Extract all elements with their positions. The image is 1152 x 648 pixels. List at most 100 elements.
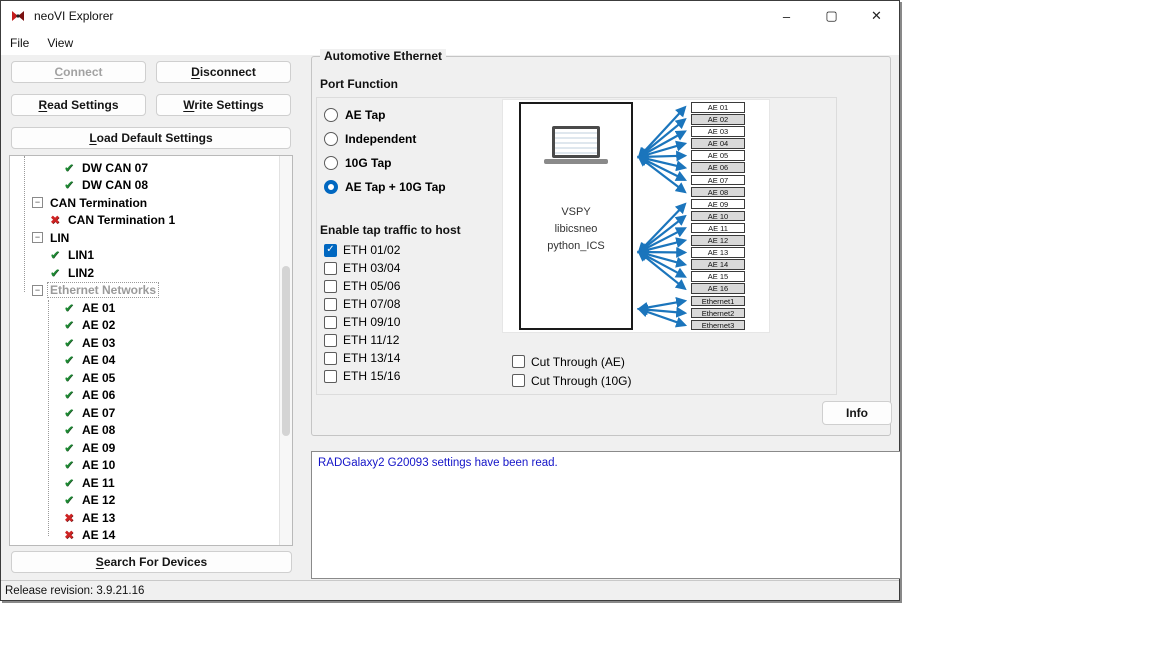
port-box-ae-09: AE 09 — [691, 199, 745, 210]
read-settings-button[interactable]: Read Settings — [11, 94, 146, 116]
checkbox-eth-09-10[interactable]: ETH 09/10 — [324, 313, 400, 331]
cross-icon: ✖ — [62, 511, 76, 525]
menu-bar: File View — [1, 31, 899, 55]
checkbox-cut-through-10g[interactable]: Cut Through (10G) — [512, 371, 632, 390]
message-log[interactable]: RADGalaxy2 G20093 settings have been rea… — [311, 451, 901, 579]
check-icon: ✔ — [62, 423, 76, 437]
tree-item-lin1[interactable]: ✔ LIN1 — [10, 247, 279, 265]
tree-item-label: DW CAN 08 — [80, 178, 150, 192]
tree-item-ae-08[interactable]: ✔ AE 08 — [10, 422, 279, 440]
port-diagram: VSPY libicsneo python_ICS AE 01AE 02AE 0… — [502, 99, 770, 333]
checkbox-eth-13-14[interactable]: ETH 13/14 — [324, 349, 400, 367]
tree-item-dw-can-07[interactable]: ✔DW CAN 07 — [10, 159, 279, 177]
checkbox-label: ETH 11/12 — [343, 333, 399, 347]
expander-icon[interactable] — [32, 285, 43, 296]
tree-item-ae-01[interactable]: ✔AE 01 — [10, 299, 279, 317]
expander-icon[interactable] — [32, 232, 43, 243]
checkbox-eth-01-02[interactable]: ETH 01/02 — [324, 241, 400, 259]
tree-item-can-termination-1[interactable]: ✖CAN Termination 1 — [10, 212, 279, 230]
tree-item-ae-09[interactable]: ✔AE 09 — [10, 439, 279, 457]
checkbox-eth-05-06[interactable]: ETH 05/06 — [324, 277, 400, 295]
radio-ae-tap-10g-tap[interactable]: AE Tap + 10G Tap — [324, 175, 446, 199]
tree-item-ethernet-networks[interactable]: Ethernet Networks — [10, 282, 279, 300]
tree-item-lin[interactable]: LIN — [10, 229, 279, 247]
tree-item-can-termination[interactable]: CAN Termination — [10, 194, 279, 212]
tree-item-label: AE 10 — [80, 458, 117, 472]
port-box-ae-07: AE 07 — [691, 175, 745, 186]
cross-icon: ✖ — [62, 528, 76, 542]
tree-item-label: AE 08 — [80, 423, 117, 437]
expander-icon[interactable] — [32, 197, 43, 208]
tree-item-ae-07[interactable]: ✔AE 07 — [10, 404, 279, 422]
port-box-ae-14: AE 14 — [691, 259, 745, 270]
radio-icon — [324, 108, 338, 122]
tree-item-ae-13[interactable]: ✖AE 13 — [10, 509, 279, 527]
release-revision: Release revision: 3.9.21.16 — [5, 585, 144, 597]
title-bar: neoVI Explorer – ▢ ✕ — [1, 1, 899, 31]
port-box-ae-10: AE 10 — [691, 211, 745, 222]
load-default-settings-button[interactable]: Load Default Settings — [11, 127, 291, 149]
tree-item-ae-12[interactable]: ✔AE 12 — [10, 492, 279, 510]
checkbox-icon — [324, 262, 337, 275]
automotive-ethernet-group: Automotive Ethernet Port Function AE Tap… — [311, 56, 891, 436]
cross-icon: ✖ — [48, 213, 62, 227]
close-icon[interactable]: ✕ — [854, 1, 899, 31]
menu-file[interactable]: File — [1, 31, 38, 55]
checkbox-eth-07-08[interactable]: ETH 07/08 — [324, 295, 400, 313]
port-function-label: Port Function — [320, 77, 398, 91]
disconnect-button[interactable]: Disconnect — [156, 61, 291, 83]
tree-scrollbar[interactable] — [279, 156, 292, 545]
menu-view[interactable]: View — [38, 31, 82, 55]
tree-item-label: LIN1 — [66, 248, 96, 262]
checkbox-eth-15-16[interactable]: ETH 15/16 — [324, 367, 400, 385]
port-box-ae-03: AE 03 — [691, 126, 745, 137]
maximize-icon[interactable]: ▢ — [809, 1, 854, 31]
tree-item-label: AE 06 — [80, 388, 117, 402]
desktop: neoVI Explorer – ▢ ✕ File View Connect D… — [0, 0, 1152, 648]
check-icon: ✔ — [62, 371, 76, 385]
tree-item-label: Ethernet Networks — [48, 283, 158, 297]
info-button[interactable]: Info — [822, 401, 892, 425]
radio-icon — [324, 132, 338, 146]
tree-item-label: LIN2 — [66, 266, 96, 280]
tree-item-ae-02[interactable]: ✔AE 02 — [10, 317, 279, 335]
checkbox-eth-03-04[interactable]: ETH 03/04 — [324, 259, 400, 277]
host-box: VSPY libicsneo python_ICS — [519, 102, 633, 330]
check-icon: ✔ — [62, 458, 76, 472]
tree-item-ae-06[interactable]: ✔AE 06 — [10, 387, 279, 405]
port-box-ae-12: AE 12 — [691, 235, 745, 246]
check-icon: ✔ — [48, 248, 62, 262]
tree-item-ae-14[interactable]: ✖AE 14 — [10, 527, 279, 545]
checkbox-label: Cut Through (AE) — [531, 355, 625, 369]
tree-item-label: AE 09 — [80, 441, 117, 455]
connect-button[interactable]: Connect — [11, 61, 146, 83]
write-settings-button[interactable]: Write Settings — [156, 94, 291, 116]
checkbox-icon — [324, 334, 337, 347]
radio-option-label: 10G Tap — [345, 156, 391, 170]
tree-item-ae-11[interactable]: ✔AE 11 — [10, 474, 279, 492]
radio-independent[interactable]: Independent — [324, 127, 446, 151]
minimize-icon[interactable]: – — [764, 1, 809, 31]
check-icon: ✔ — [62, 476, 76, 490]
checkbox-icon — [324, 370, 337, 383]
checkbox-cut-through-ae[interactable]: Cut Through (AE) — [512, 352, 632, 371]
port-box-ae-01: AE 01 — [691, 102, 745, 113]
tree-item-lin2[interactable]: ✔LIN2 — [10, 264, 279, 282]
radio-10g-tap[interactable]: 10G Tap — [324, 151, 446, 175]
checkbox-eth-11-12[interactable]: ETH 11/12 — [324, 331, 400, 349]
tree-item-label: AE 05 — [80, 371, 117, 385]
radio-option-label: Independent — [345, 132, 416, 146]
tree-item-dw-can-08[interactable]: ✔DW CAN 08 — [10, 177, 279, 195]
tree-item-ae-05[interactable]: ✔ AE 05 — [10, 369, 279, 387]
device-tree[interactable]: ✔DW CAN 07✔DW CAN 08CAN Termination✖CAN … — [9, 155, 293, 546]
port-function-radio-group: AE Tap Independent 10G Tap AE Tap + 10G Tap — [324, 103, 446, 199]
tree-item-ae-04[interactable]: ✔AE 04 — [10, 352, 279, 370]
search-for-devices-button[interactable]: Search For Devices — [11, 551, 292, 573]
radio-ae-tap[interactable]: AE Tap — [324, 103, 446, 127]
tree-item-ae-10[interactable]: ✔ AE 10 — [10, 457, 279, 475]
tree-item-ae-03[interactable]: ✔AE 03 — [10, 334, 279, 352]
port-box-ae-08: AE 08 — [691, 187, 745, 198]
tree-item-label: AE 07 — [80, 406, 117, 420]
tree-item-label: AE 02 — [80, 318, 117, 332]
tree-scrollbar-thumb[interactable] — [282, 266, 290, 436]
